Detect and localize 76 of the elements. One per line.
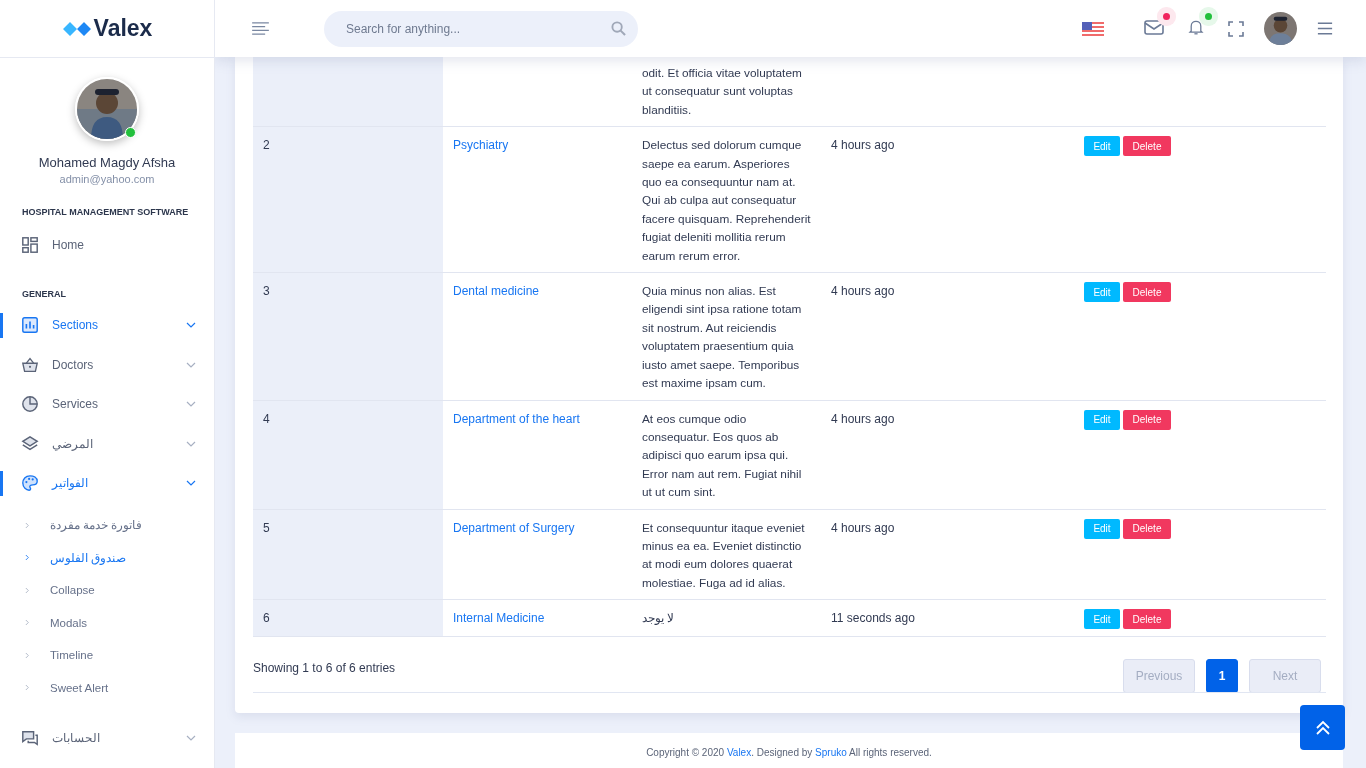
table-cell: 4	[263, 411, 270, 426]
sidebar-menu-item[interactable]: Services	[0, 384, 214, 424]
submenu-item[interactable]: Collapse	[0, 574, 214, 607]
delete-button[interactable]: Delete	[1123, 518, 1171, 539]
delete-button[interactable]: Delete	[1123, 282, 1171, 303]
sidebar-menu-item[interactable]: الفواتير	[0, 463, 214, 503]
submenu-item[interactable]: Sweet Alert	[0, 671, 214, 704]
table-cell-text: Et consequuntur itaque eveniet minus ea ea. Eveniet distinctio at modi eum dolores quaerat molestiae. Fuga ad id alias.	[642, 519, 806, 592]
table-cell: 4 hours ago	[831, 411, 895, 426]
sidebar-heading: HOSPITAL MANAGEMENT SOFTWARE	[21, 207, 190, 217]
menu-toggle-icon[interactable]	[251, 22, 270, 35]
entries-info: Showing 1 to 6 of 6 entries	[253, 661, 396, 676]
menu-icon[interactable]	[1317, 22, 1333, 35]
chevron-right-icon	[25, 684, 30, 692]
sidebar-menu-item[interactable]: الحسابات	[0, 718, 214, 758]
sidebar-heading: GENERAL	[21, 288, 67, 299]
delete-button[interactable]: Delete	[1123, 609, 1171, 630]
table-cell-text: Quia minus non alias. Est eligendi sint ipsa ratione totam sit nostrum. Aut reiciendis voluptatem praesentium quia iusto amet saepe. Temporibus est maxime ipsam cum.	[642, 283, 803, 393]
delete-button[interactable]: Delete	[1123, 136, 1171, 157]
bell-icon[interactable]	[1186, 19, 1206, 35]
back-to-top-button[interactable]	[1300, 705, 1345, 750]
table-cell: 4 hours ago	[831, 138, 895, 153]
sidebar-menu-item[interactable]: Doctors	[0, 345, 214, 385]
user-email: admin@yahoo.com	[59, 173, 155, 185]
user-name: Mohamed Magdy Afsha	[38, 155, 176, 170]
chevron-right-icon	[25, 521, 30, 529]
table-cell-text: At eos cumque odio consequatur. Eos quos ab adipisci quo earum ipsa qui. Error nam aut rem. Fugiat nihil ut ut cum sint.	[642, 410, 803, 502]
submenu-item[interactable]: فاتورة خدمة مفردة	[0, 509, 214, 542]
palette-icon	[21, 474, 39, 493]
section-name-link[interactable]: Internal Medicine	[453, 611, 545, 626]
double-chevron-up-icon	[1314, 719, 1331, 736]
dashboard-icon	[21, 235, 39, 254]
table-cell: 4 hours ago	[831, 284, 895, 299]
table-cell: 2	[263, 138, 270, 153]
designer-link[interactable]: Spruko	[815, 747, 847, 758]
submenu-item[interactable]: Modals	[0, 606, 214, 639]
chevron-right-icon	[25, 651, 30, 659]
chevron-down-icon	[186, 401, 196, 408]
table-cell: 4 hours ago	[831, 520, 895, 535]
section-name-link[interactable]: Dental medicine	[453, 284, 540, 299]
search-field[interactable]: Search for anything...	[324, 10, 638, 47]
pie-chart-icon	[21, 395, 39, 414]
chat-icon	[21, 728, 39, 747]
delete-button[interactable]: Delete	[1123, 409, 1171, 430]
section-name-link[interactable]: Psychiatry	[453, 138, 509, 153]
flag-icon[interactable]	[1082, 21, 1104, 36]
table-cell: 6	[263, 611, 270, 626]
table-cell-text: Delectus sed dolorum cumque saepe ea earum. Asperiores quo ea consequuntur nam at. Qui ab culpa aut consequatur facere quisquam. Reprehenderit fugiat deleniti mollitia rerum earum rerum error.	[642, 137, 811, 265]
layers-icon	[21, 434, 39, 453]
sidebar-menu-item[interactable]: Sections	[0, 305, 214, 345]
basket-icon	[21, 355, 39, 374]
table-cell: 5	[263, 520, 270, 535]
chevron-down-icon	[186, 734, 196, 741]
home-menu-item[interactable]: Home	[0, 225, 214, 265]
logo-text[interactable]: Valex	[93, 15, 153, 42]
chevron-down-icon	[186, 361, 196, 368]
pagination-button[interactable]: 1	[1206, 659, 1238, 694]
chevron-right-icon	[25, 554, 30, 562]
chevron-down-icon	[186, 440, 196, 447]
sidebar-menu-item[interactable]: المرضي	[0, 424, 214, 464]
table-cell-text: لا يوجد	[642, 610, 676, 628]
chevron-right-icon	[25, 619, 30, 627]
section-name-link[interactable]: Department of Surgery	[453, 520, 575, 535]
bar-chart-icon	[21, 316, 39, 335]
fullscreen-icon[interactable]	[1228, 20, 1244, 37]
table-cell-text: odit. Et officia vitae voluptatem ut consequatur sunt voluptas blanditiis.	[642, 65, 803, 119]
table-cell: 11 seconds ago	[831, 611, 915, 626]
mail-icon[interactable]	[1144, 19, 1164, 35]
chevron-down-icon	[186, 480, 196, 487]
submenu-item[interactable]: Timeline	[0, 639, 214, 672]
table-cell: 3	[263, 284, 270, 299]
chevron-down-icon	[186, 322, 196, 329]
copyright-text: Copyright © 2020 Valex. Designed by Spruko All rights reserved.	[646, 747, 932, 758]
submenu-item[interactable]: صندوق الفلوس	[0, 541, 214, 574]
section-name-link[interactable]: Department of the heart	[453, 411, 580, 426]
chevron-right-icon	[25, 586, 30, 594]
